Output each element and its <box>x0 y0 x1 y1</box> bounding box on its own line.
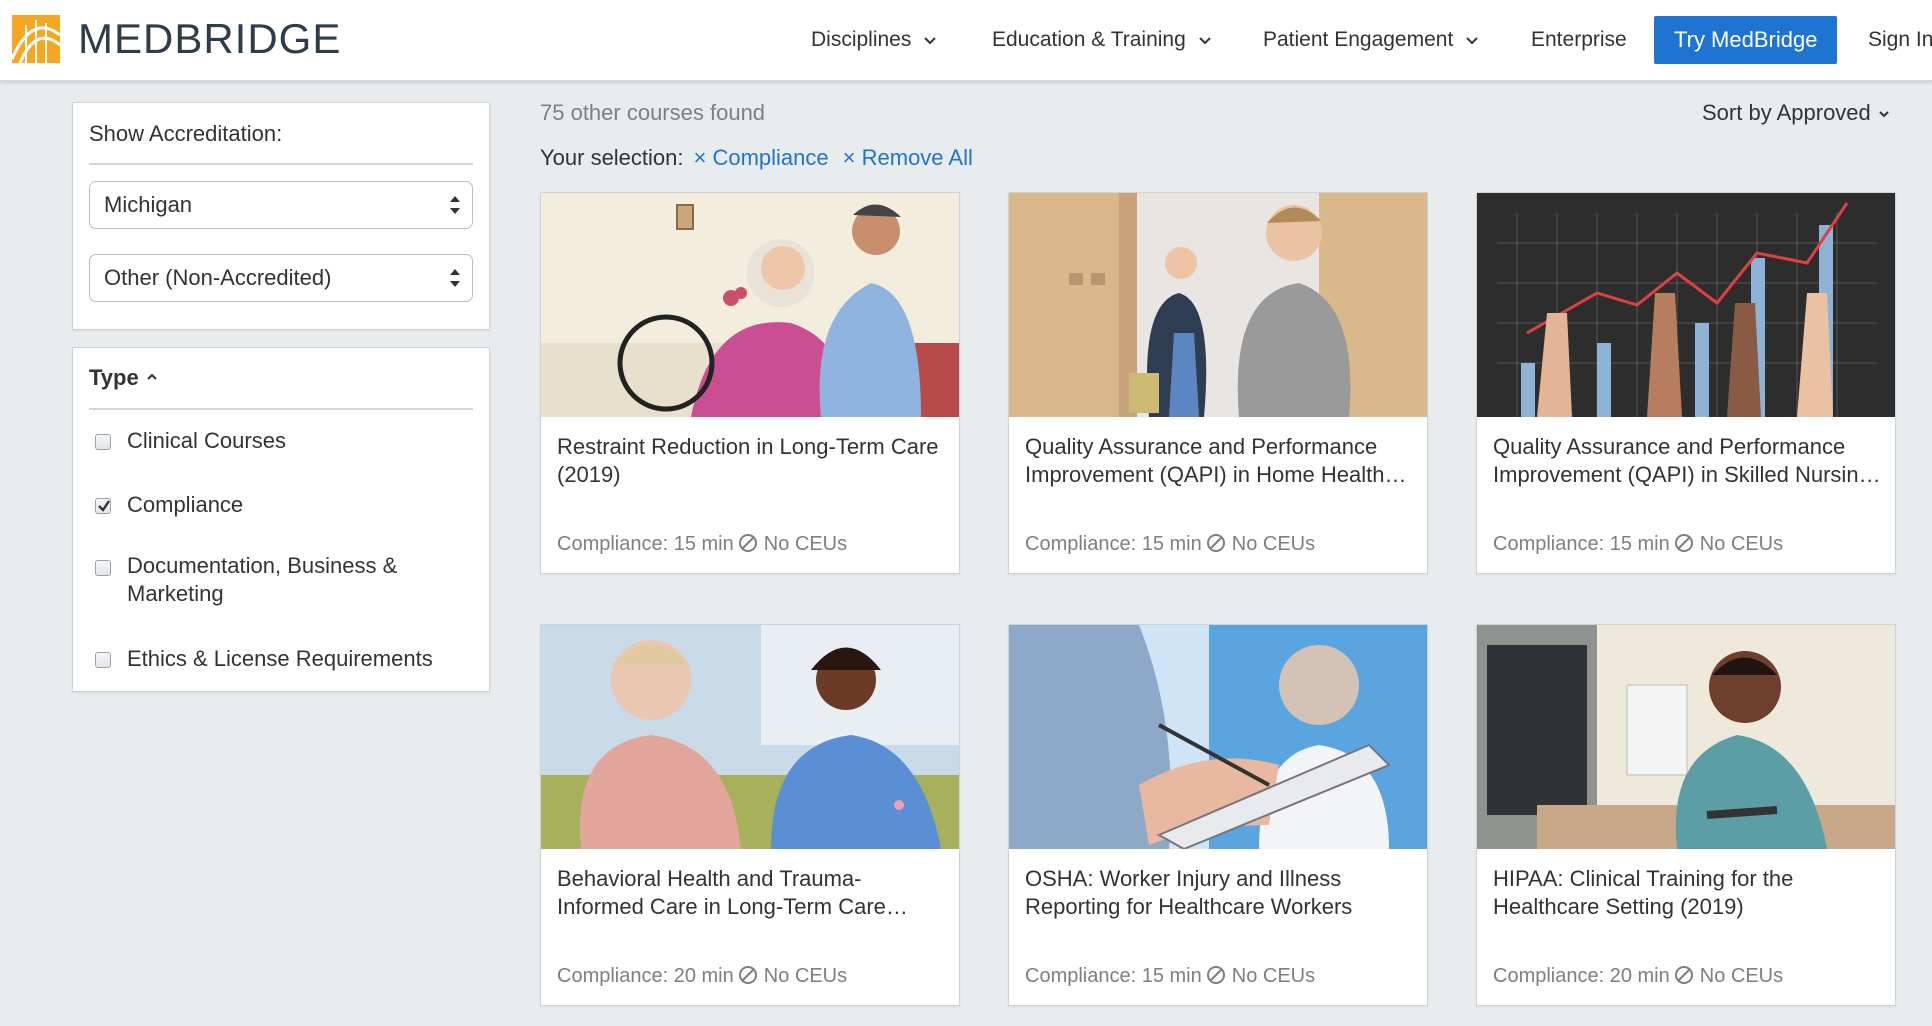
course-duration: Compliance: 15 min <box>557 533 734 555</box>
type-filter-panel: Type Clinical Courses Compliance Documen… <box>72 347 490 692</box>
select-updown-icon <box>450 269 460 287</box>
accreditor-select[interactable]: Other (Non-Accredited) <box>89 254 473 302</box>
selection-label: Your selection: <box>540 145 684 170</box>
course-title: Behavioral Health and Trauma-Informed Ca… <box>557 866 886 919</box>
course-thumbnail-image <box>1477 625 1895 849</box>
course-meta: Compliance: 15 min No CEUs <box>1025 533 1315 556</box>
course-title: OSHA: Worker Injury and Illness Reportin… <box>1025 866 1353 919</box>
no-ceu-icon <box>1206 966 1225 984</box>
type-option-label: Ethics & License Requirements <box>127 646 433 671</box>
course-title: Quality Assurance and Performance Improv… <box>1025 434 1385 487</box>
course-title: Restraint Reduction in Long-Term Care (2… <box>557 434 939 487</box>
remove-compliance-filter[interactable]: × Compliance <box>694 145 829 170</box>
no-ceu-icon <box>1674 966 1693 984</box>
course-ceus: No CEUs <box>763 965 848 987</box>
course-duration: Compliance: 20 min <box>1493 965 1670 987</box>
course-card[interactable]: Restraint Reduction in Long-Term Care (2… <box>540 192 960 574</box>
divider <box>89 408 473 410</box>
logo-text: MEDBRIDGE <box>78 15 342 62</box>
course-duration: Compliance: 15 min <box>1025 965 1202 987</box>
chevron-down-icon <box>924 37 937 45</box>
course-thumbnail-image <box>1477 193 1895 417</box>
nav-enterprise[interactable]: Enterprise <box>1531 16 1627 64</box>
course-meta: Compliance: 15 min No CEUs <box>557 533 847 556</box>
course-meta: Compliance: 15 min No CEUs <box>1025 965 1315 988</box>
accreditor-select-value: Other (Non-Accredited) <box>104 265 332 290</box>
course-duration: Compliance: 15 min <box>1493 533 1670 555</box>
type-filter-toggle[interactable]: Type <box>89 365 159 391</box>
select-updown-icon <box>450 196 460 214</box>
course-meta: Compliance: 20 min No CEUs <box>1493 965 1783 988</box>
checkmark-icon <box>98 500 110 512</box>
remove-all-filters[interactable]: × Remove All <box>843 145 973 170</box>
no-ceu-icon <box>738 534 757 552</box>
course-thumbnail-image <box>541 193 959 417</box>
course-title: Quality Assurance and Performance Improv… <box>1493 434 1871 487</box>
type-option-label: Documentation, Business & Marketing <box>127 553 398 606</box>
accreditation-title: Show Accreditation: <box>89 121 283 146</box>
checkbox[interactable] <box>95 434 111 450</box>
chevron-down-icon <box>1466 37 1479 45</box>
no-ceu-icon <box>1674 534 1693 552</box>
top-navbar: MEDBRIDGE Disciplines Education & Traini… <box>0 0 1932 81</box>
state-select[interactable]: Michigan <box>89 181 473 229</box>
type-option-label: Clinical Courses <box>127 428 286 453</box>
divider <box>89 163 473 165</box>
active-filters: Your selection: × Compliance × Remove All <box>540 145 973 171</box>
course-card[interactable]: HIPAA: Clinical Training for the Healthc… <box>1476 624 1896 1006</box>
nav-education-training-label: Education & Training <box>992 28 1186 51</box>
course-thumbnail-image <box>541 625 959 849</box>
course-ceus: No CEUs <box>1699 533 1784 555</box>
main-nav: Disciplines Education & Training Patient… <box>800 16 1932 64</box>
course-card[interactable]: Quality Assurance and Performance Improv… <box>1008 192 1428 574</box>
sort-dropdown[interactable]: Sort by Approved <box>1702 100 1891 126</box>
course-ceus: No CEUs <box>1699 965 1784 987</box>
course-ceus: No CEUs <box>763 533 848 555</box>
course-card[interactable]: OSHA: Worker Injury and Illness Reportin… <box>1008 624 1428 1006</box>
logo[interactable]: MEDBRIDGE <box>12 14 341 64</box>
course-ceus: No CEUs <box>1231 533 1316 555</box>
results-count: 75 other courses found <box>540 100 766 125</box>
course-thumbnail-image <box>1009 193 1427 417</box>
type-filter-title: Type <box>89 365 139 390</box>
course-duration: Compliance: 15 min <box>1025 533 1202 555</box>
chevron-down-icon <box>1879 111 1889 118</box>
sign-in-link[interactable]: Sign In <box>1868 16 1932 64</box>
nav-education-training[interactable]: Education & Training <box>992 16 1214 64</box>
course-ceus: No CEUs <box>1231 965 1316 987</box>
course-meta: Compliance: 15 min No CEUs <box>1493 533 1783 556</box>
checkbox[interactable] <box>95 560 111 576</box>
course-card[interactable]: Behavioral Health and Trauma-Informed Ca… <box>540 624 960 1006</box>
state-select-value: Michigan <box>104 192 193 217</box>
sort-label: Sort by Approved <box>1702 100 1871 125</box>
chevron-down-icon <box>1199 37 1211 45</box>
nav-patient-engagement-label: Patient Engagement <box>1263 28 1454 51</box>
course-duration: Compliance: 20 min <box>557 965 734 987</box>
course-meta: Compliance: 20 min No CEUs <box>557 965 847 988</box>
try-medbridge-button[interactable]: Try MedBridge <box>1654 16 1838 64</box>
nav-enterprise-label: Enterprise <box>1531 28 1627 51</box>
logo-mark-icon <box>12 15 60 63</box>
accreditation-panel: Show Accreditation: Michigan Other (Non-… <box>72 102 490 330</box>
nav-patient-engagement[interactable]: Patient Engagement <box>1263 16 1481 64</box>
course-card[interactable]: Quality Assurance and Performance Improv… <box>1476 192 1896 574</box>
nav-disciplines[interactable]: Disciplines <box>811 16 939 64</box>
type-option-label: Compliance <box>127 492 244 517</box>
checkbox-checked[interactable] <box>95 498 111 514</box>
checkbox[interactable] <box>95 652 111 668</box>
no-ceu-icon <box>738 966 757 984</box>
nav-disciplines-label: Disciplines <box>811 28 912 51</box>
chevron-up-icon <box>147 373 157 380</box>
no-ceu-icon <box>1206 534 1225 552</box>
course-title: HIPAA: Clinical Training for the Healthc… <box>1493 866 1794 919</box>
course-thumbnail-image <box>1009 625 1427 849</box>
